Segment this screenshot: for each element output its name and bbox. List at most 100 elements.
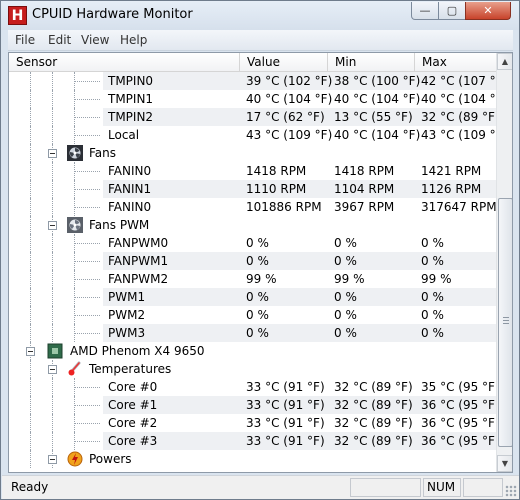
sensor-name: Core #0 [108,380,158,394]
sensor-value: 101886 RPM [246,200,322,214]
menu-file[interactable]: File [15,33,35,47]
sensor-row[interactable]: TMPIN1 40 °C (104 °F) 40 °C (104 °F) 40 °C … [9,90,496,108]
sensor-value: 99 % [246,272,277,286]
sensor-name: PWM3 [108,326,146,340]
minimize-button[interactable]: — [411,2,439,20]
group-label: Temperatures [89,362,172,376]
status-pane-num: NUM [423,478,461,497]
collapse-toggle-icon[interactable] [48,221,57,230]
sensor-min: 32 °C (89 °F) [334,416,413,430]
menu-view[interactable]: View [81,33,109,47]
sensor-min: 0 % [334,254,357,268]
sensor-max: 317647 RPM [421,200,496,214]
sensor-name: FANPWM0 [108,236,169,250]
menu-edit[interactable]: Edit [48,33,71,47]
scroll-up-arrow-icon[interactable]: ▲ [497,53,512,70]
sensor-row[interactable]: PWM3 0 % 0 % 0 % [9,324,496,342]
collapse-toggle-icon[interactable] [48,455,57,464]
sensor-value: 0 % [246,326,269,340]
sensor-row[interactable]: FANPWM0 0 % 0 % 0 % [9,234,496,252]
sensor-group-row[interactable]: Fans [9,144,496,162]
sensor-value: 0 % [246,254,269,268]
sensor-min: 0 % [334,290,357,304]
sensor-value: 43 °C (109 °F) [246,128,333,142]
sensor-name: Core #2 [108,416,158,430]
scroll-down-arrow-icon[interactable]: ▼ [497,455,512,472]
sensor-row[interactable]: Core #1 33 °C (91 °F) 32 °C (89 °F) 36 °C (… [9,396,496,414]
title-bar[interactable]: H CPUID Hardware Monitor — ▢ ✕ [1,1,519,30]
sensor-max: 43 °C (109 °F) [421,128,496,142]
power-icon [67,451,83,467]
sensor-max: 99 % [421,272,452,286]
app-logo-icon[interactable]: H [8,6,27,25]
sensor-row[interactable]: PWM2 0 % 0 % 0 % [9,306,496,324]
collapse-toggle-icon[interactable] [26,347,35,356]
sensor-max: 40 °C (104 °F) [421,92,496,106]
sensor-row[interactable]: Core #2 33 °C (91 °F) 32 °C (89 °F) 36 °C (… [9,414,496,432]
fan-icon [67,145,83,161]
status-pane-1 [350,478,421,497]
sensor-tree-view[interactable]: Sensor Value Min Max TMPIN0 39 °C (102 °F… [8,52,513,473]
sensor-value: 0 % [246,308,269,322]
fan-pwm-icon [67,217,83,233]
app-window: H CPUID Hardware Monitor — ▢ ✕ File Edit… [0,0,520,500]
sensor-max: 0 % [421,290,444,304]
column-max[interactable]: Max [415,53,496,72]
sensor-row[interactable]: TMPIN2 17 °C (62 °F) 13 °C (55 °F) 32 °C (8… [9,108,496,126]
sensor-name: PWM1 [108,290,146,304]
sensor-row[interactable]: FANPWM1 0 % 0 % 0 % [9,252,496,270]
sensor-group-row[interactable]: Powers [9,450,496,468]
sensor-min: 0 % [334,308,357,322]
menu-help[interactable]: Help [120,33,147,47]
sensor-min: 38 °C (100 °F) [334,74,421,88]
sensor-row[interactable]: Core #0 33 °C (91 °F) 32 °C (89 °F) 35 °C (… [9,378,496,396]
sensor-value: 1110 RPM [246,182,307,196]
sensor-row[interactable]: TMPIN0 39 °C (102 °F) 38 °C (100 °F) 42 °C … [9,72,496,90]
sensor-name: TMPIN1 [108,92,154,106]
sensor-value: 33 °C (91 °F) [246,434,325,448]
sensor-value: 17 °C (62 °F) [246,110,325,124]
sensor-name: FANIN1 [108,182,152,196]
sensor-min: 99 % [334,272,365,286]
tree-rows: TMPIN0 39 °C (102 °F) 38 °C (100 °F) 42 °C … [9,72,496,472]
sensor-min: 40 °C (104 °F) [334,92,421,106]
sensor-row[interactable]: FANPWM2 99 % 99 % 99 % [9,270,496,288]
column-min[interactable]: Min [328,53,415,72]
column-sensor[interactable]: Sensor [9,53,240,72]
sensor-name: Core #1 [108,398,158,412]
device-row[interactable]: AMD Phenom X4 9650 [9,342,496,360]
vertical-scrollbar[interactable]: ▲ ▼ [496,53,512,472]
status-text: Ready [11,480,49,494]
group-label: Fans PWM [89,218,150,232]
sensor-row[interactable]: Core #3 33 °C (91 °F) 32 °C (89 °F) 36 °C (… [9,432,496,450]
collapse-toggle-icon[interactable] [48,365,57,374]
collapse-toggle-icon[interactable] [48,149,57,158]
column-value[interactable]: Value [240,53,328,72]
sensor-row[interactable]: Local 43 °C (109 °F) 40 °C (104 °F) 43 °C (… [9,126,496,144]
sensor-min: 13 °C (55 °F) [334,110,413,124]
window-title: CPUID Hardware Monitor [32,7,193,22]
sensor-row[interactable]: PWM1 0 % 0 % 0 % [9,288,496,306]
maximize-button[interactable]: ▢ [438,2,466,20]
sensor-max: 0 % [421,326,444,340]
sensor-min: 32 °C (89 °F) [334,434,413,448]
resize-grip-icon[interactable] [505,485,517,497]
sensor-value: 40 °C (104 °F) [246,92,333,106]
sensor-value: 1418 RPM [246,164,307,178]
thermometer-icon [67,361,83,377]
scroll-thumb[interactable] [498,198,512,447]
sensor-group-row[interactable]: Temperatures [9,360,496,378]
status-bar: Ready NUM [2,475,519,499]
sensor-group-row[interactable]: Fans PWM [9,216,496,234]
sensor-row[interactable]: FANIN0 101886 RPM 3967 RPM 317647 RPM [9,198,496,216]
close-button[interactable]: ✕ [465,2,511,20]
sensor-name: TMPIN0 [108,74,154,88]
sensor-max: 1126 RPM [421,182,482,196]
sensor-row[interactable]: FANIN0 1418 RPM 1418 RPM 1421 RPM [9,162,496,180]
sensor-row[interactable]: FANIN1 1110 RPM 1104 RPM 1126 RPM [9,180,496,198]
sensor-name: FANIN0 [108,164,152,178]
sensor-min: 32 °C (89 °F) [334,380,413,394]
sensor-min: 1104 RPM [334,182,395,196]
sensor-value: 33 °C (91 °F) [246,398,325,412]
sensor-value: 33 °C (91 °F) [246,380,325,394]
